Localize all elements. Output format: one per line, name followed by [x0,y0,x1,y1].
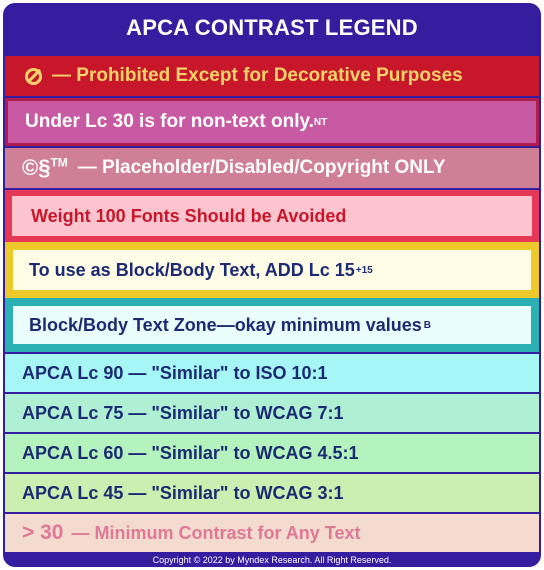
row-prohibited: — Prohibited Except for Decorative Purpo… [5,56,539,96]
row-placeholder-text: — Placeholder/Disabled/Copyright ONLY [77,157,446,178]
row-non-text-text: Under Lc 30 is for non-text only. [25,111,314,132]
row-non-text-sup: NT [313,116,328,128]
row-lc75-text: APCA Lc 75 — "Similar" to WCAG 7:1 [22,402,344,423]
copyright-footer: Copyright © 2022 by Myndex Research. All… [152,554,392,565]
copyright-section-trademark-symbol: ©§TM [22,155,68,181]
row-min-contrast-text: — Minimum Contrast for Any Text [71,522,361,543]
legend-card: APCA CONTRAST LEGEND — Prohibited Except… [3,3,541,567]
row-lc90-text: APCA Lc 90 — "Similar" to ISO 10:1 [22,362,328,383]
row-placeholder-symbol: ©§ [22,155,51,180]
row-add-lc15: To use as Block/Body Text, ADD Lc 15 +15 [5,242,539,298]
row-body-text-zone-sup: B [423,319,431,331]
row-lc45: APCA Lc 45 — "Similar" to WCAG 3:1 [5,474,539,512]
row-prohibited-text: — Prohibited Except for Decorative Purpo… [52,65,463,86]
row-body-text-zone: Block/Body Text Zone—okay minimum values… [5,298,539,352]
row-add-lc15-text: To use as Block/Body Text, ADD Lc 15 [29,259,355,280]
legend-title: APCA CONTRAST LEGEND [126,15,418,40]
row-lc60: APCA Lc 60 — "Similar" to WCAG 4.5:1 [5,434,539,472]
row-placeholder-symbol-sup: TM [50,155,68,170]
row-weight-100-box: Weight 100 Fonts Should be Avoided [12,196,532,236]
row-placeholder: ©§TM — Placeholder/Disabled/Copyright ON… [5,148,539,188]
row-add-lc15-sup: +15 [355,264,373,276]
row-body-text-zone-text: Block/Body Text Zone—okay minimum values [29,314,422,335]
row-weight-100: Weight 100 Fonts Should be Avoided [5,190,539,242]
row-lc75: APCA Lc 75 — "Similar" to WCAG 7:1 [5,394,539,432]
row-body-text-zone-box: Block/Body Text Zone—okay minimum values… [13,306,531,344]
row-lc45-text: APCA Lc 45 — "Similar" to WCAG 3:1 [22,482,344,503]
row-min-contrast-symbol: > 30 [22,521,64,544]
row-add-lc15-box: To use as Block/Body Text, ADD Lc 15 +15 [13,250,531,290]
row-lc90: APCA Lc 90 — "Similar" to ISO 10:1 [5,354,539,392]
row-weight-100-text: Weight 100 Fonts Should be Avoided [31,205,347,226]
prohibited-icon [25,67,42,85]
row-non-text: Under Lc 30 is for non-text only. NT [5,98,539,146]
row-min-contrast: > 30 — Minimum Contrast for Any Text [5,514,539,552]
row-lc60-text: APCA Lc 60 — "Similar" to WCAG 4.5:1 [22,442,359,463]
